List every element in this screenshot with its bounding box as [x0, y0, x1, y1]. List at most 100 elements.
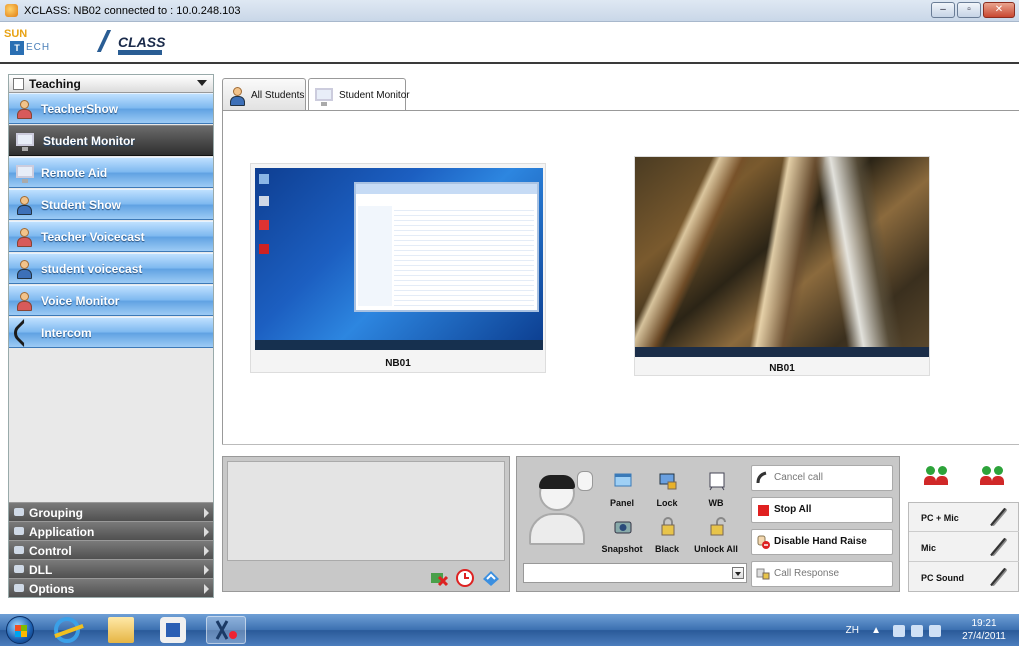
refresh-icon[interactable] [481, 569, 501, 587]
sidebar-dll[interactable]: DLL [9, 559, 213, 578]
language-indicator[interactable]: ZH [846, 625, 859, 636]
xclass-taskbar-icon[interactable] [206, 616, 246, 644]
nav-item-student-show[interactable]: Student Show [9, 189, 213, 220]
disable-hand-raise-button[interactable]: Disable Hand Raise [751, 529, 893, 555]
chevron-down-icon[interactable] [732, 567, 744, 579]
teaching-dropdown[interactable]: Teaching [9, 75, 213, 93]
options-gear-icon [14, 584, 24, 592]
logo-bar: SUN T ECH CLASS [0, 22, 1019, 64]
folder-icon[interactable] [108, 617, 134, 643]
preview-area [227, 461, 505, 561]
app-icon [5, 4, 18, 17]
nav-item-student-voicecast[interactable]: student voicecast [9, 253, 213, 284]
stop-icon [758, 505, 769, 516]
student-thumbnail-1[interactable]: NB01 [250, 163, 546, 373]
unlock-all-button[interactable]: Unlock All [691, 517, 741, 563]
call-response-button[interactable]: Call Response [751, 561, 893, 587]
nav-item-voice-monitor[interactable]: Voice Monitor [9, 285, 213, 316]
window-titlebar: XCLASS: NB02 connected to : 10.0.248.103… [0, 0, 1019, 22]
student-select-dropdown[interactable] [523, 563, 747, 583]
audio-option-pc-sound[interactable]: PC Sound [909, 563, 1019, 592]
panel-button[interactable]: Panel [597, 471, 647, 517]
silence-audio-icon[interactable] [980, 466, 1006, 490]
maximize-button[interactable]: ▫ [957, 2, 981, 18]
whiteboard-icon [707, 471, 727, 491]
chevron-right-icon [204, 508, 209, 518]
audio-option-pc-mic[interactable]: PC + Mic [909, 503, 1019, 532]
sidebar-grouping[interactable]: Grouping [9, 502, 213, 521]
action-center-icon[interactable] [929, 625, 941, 637]
sidebar-control[interactable]: Control [9, 540, 213, 559]
audio-option-mic[interactable]: Mic [909, 533, 1019, 562]
network-icon[interactable] [893, 625, 905, 637]
stop-all-button[interactable]: Stop All [751, 497, 893, 523]
page-icon [13, 78, 24, 90]
media-player-icon[interactable] [160, 617, 186, 643]
chevron-right-icon [204, 527, 209, 537]
desktop-icon [259, 244, 269, 254]
remote-taskbar [255, 340, 543, 350]
snapshot-button[interactable]: Snapshot [597, 517, 647, 563]
student-avatar [525, 467, 597, 547]
nav-item-teachershow[interactable]: TeacherShow [9, 93, 213, 124]
windows-taskbar: ZH ▲ 19:21 27/4/2011 [0, 614, 1019, 646]
window-title: XCLASS: NB02 connected to : 10.0.248.103 [24, 5, 241, 17]
phone-icon [9, 318, 39, 348]
start-button[interactable] [6, 616, 34, 644]
windows-logo-icon [15, 625, 27, 637]
close-button[interactable]: ✕ [983, 2, 1015, 18]
sidebar-options[interactable]: Options [9, 578, 213, 597]
xclass-logo: CLASS [96, 30, 165, 58]
desktop-icon [259, 196, 269, 206]
chevron-right-icon [204, 584, 209, 594]
desktop-icon [259, 174, 269, 184]
volume-icon[interactable] [911, 625, 923, 637]
student-thumbnail-2[interactable]: NB01 [634, 156, 930, 376]
explorer-window [354, 182, 539, 312]
tab-student-monitor[interactable]: Student Monitor [308, 78, 410, 110]
nav-item-teacher-voicecast[interactable]: Teacher Voicecast [9, 221, 213, 252]
control-icon [14, 546, 24, 554]
panel-icon [613, 471, 633, 491]
call-response-icon [756, 567, 770, 581]
black-button[interactable]: Black [642, 517, 692, 563]
student-voicecast-icon [14, 258, 36, 280]
remote-taskbar [635, 347, 929, 357]
internet-explorer-icon[interactable] [54, 617, 80, 643]
student-screen-1 [255, 168, 543, 350]
thumbnail-caption: NB01 [385, 358, 411, 369]
monitor-icon [14, 130, 36, 152]
chevron-right-icon [204, 565, 209, 575]
phone-hangup-icon [756, 471, 770, 485]
broadcast-audio-icon[interactable] [924, 466, 950, 490]
delete-icon[interactable] [429, 569, 449, 587]
student-show-icon [14, 194, 36, 216]
preview-panel [222, 456, 510, 592]
camera-icon [613, 517, 633, 537]
grouping-icon [14, 508, 24, 516]
system-tray: ZH ▲ 19:21 27/4/2011 [843, 617, 1013, 643]
nav-item-remote-aid[interactable]: Remote Aid [9, 157, 213, 188]
clock[interactable]: 19:21 27/4/2011 [959, 617, 1009, 643]
show-hidden-icons[interactable]: ▲ [871, 625, 881, 636]
clock-icon[interactable] [455, 569, 475, 587]
tab-all-students[interactable]: All Students [222, 78, 306, 110]
nav-item-intercom[interactable]: Intercom [9, 317, 213, 348]
desktop-icon [259, 220, 269, 230]
wb-button[interactable]: WB [691, 471, 741, 517]
cancel-call-button[interactable]: Cancel call [751, 465, 893, 491]
student-monitor-tab-icon [313, 85, 333, 106]
suntech-logo: SUN T ECH [4, 28, 51, 55]
muted-mic-icon [987, 567, 1009, 587]
remote-aid-icon [14, 162, 36, 184]
sidebar-application[interactable]: Application [9, 521, 213, 540]
thumbnail-caption: NB01 [769, 363, 795, 374]
voice-monitor-icon [14, 290, 36, 312]
student-control-panel: Panel Lock WB Snapshot Black Unlock All … [516, 456, 900, 592]
minimize-button[interactable]: – [931, 2, 955, 18]
audio-options: PC + Mic Mic PC Sound [908, 502, 1019, 592]
teacher-show-icon [14, 98, 36, 120]
nav-item-student-monitor[interactable]: Student Monitor [9, 125, 213, 156]
lock-button[interactable]: Lock [642, 471, 692, 517]
hand-forbidden-icon [756, 535, 770, 549]
